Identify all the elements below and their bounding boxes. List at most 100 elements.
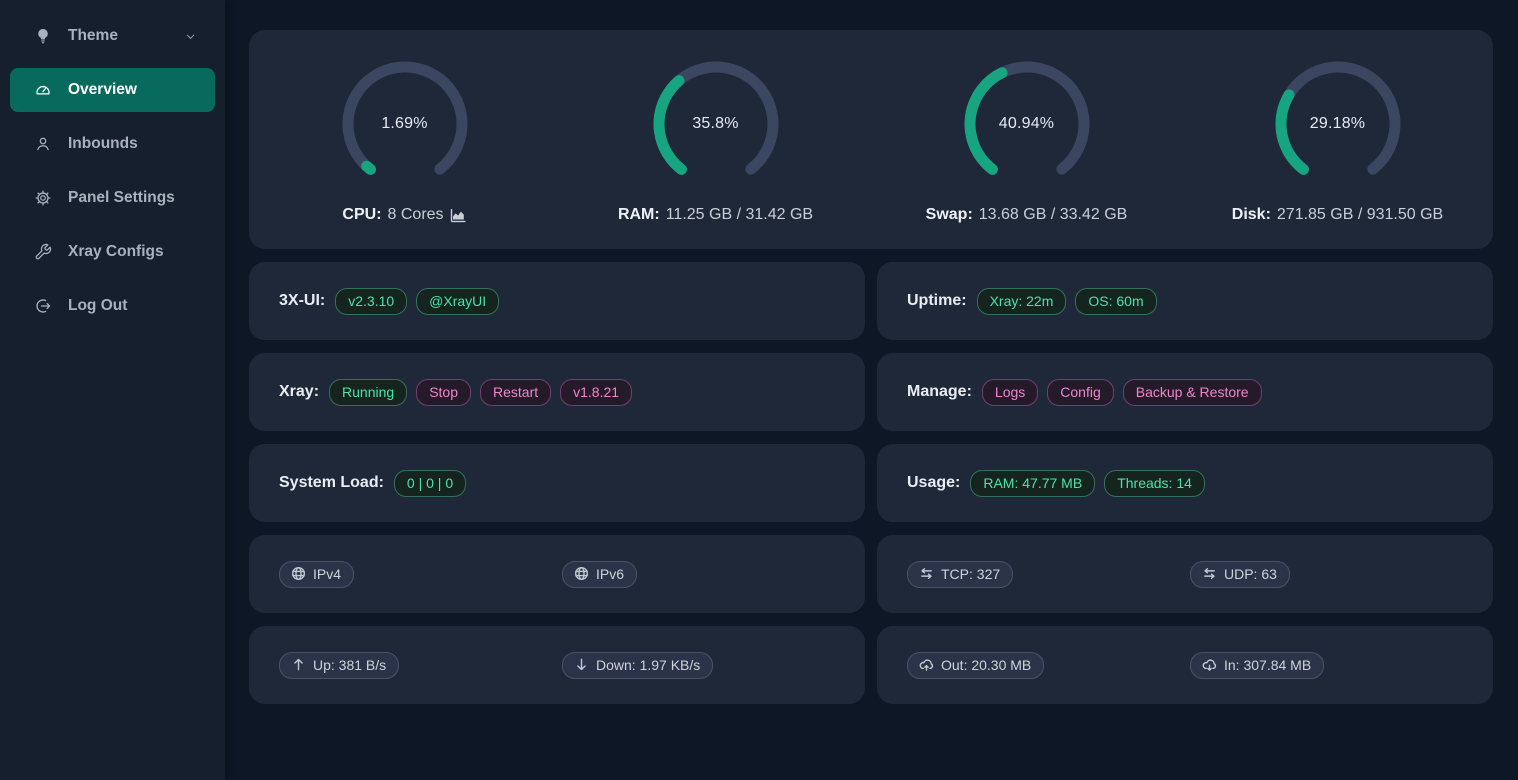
tag-group: Running Stop Restart v1.8.21 [329,379,632,406]
tag-backup-restore[interactable]: Backup & Restore [1123,379,1262,406]
wrench-icon [34,243,52,261]
tag-v1-8-21[interactable]: v1.8.21 [560,379,632,406]
pill-ipv4[interactable]: IPv4 [279,561,354,588]
tag-threads-14: Threads: 14 [1104,470,1205,497]
globe-icon [574,566,589,581]
gauge-caption-label: CPU: [342,206,381,224]
sidebar-item-label: Overview [68,81,137,99]
info-grid: 3X-UI: v2.3.10 @XrayUI Uptime: Xray: 22m OS: … [249,262,1493,704]
main-content: 1.69% CPU: 8 Cores 35.8% [225,0,1518,780]
tag-group: v2.3.10 @XrayUI [335,288,499,315]
pill-label: UDP: 63 [1224,566,1277,582]
card-label: System Load: [279,474,384,492]
tag-restart[interactable]: Restart [480,379,551,406]
pill-in: In: 307.84 MB [1190,652,1324,679]
pill-label: In: 307.84 MB [1224,657,1311,673]
sidebar-item-log-out[interactable]: Log Out [10,284,215,328]
cloud-upload-icon [919,657,934,672]
sidebar-item-label: Log Out [68,297,127,315]
chevron-down-icon [184,30,197,43]
tag-config[interactable]: Config [1047,379,1113,406]
gauge-percent: 35.8% [650,58,782,190]
tag-0-0-0: 0 | 0 | 0 [394,470,466,497]
card-label: 3X-UI: [279,292,325,310]
sidebar: Theme Overview Inbounds Panel Settings [0,0,225,780]
info-card-out-in: Out: 20.30 MB In: 307.84 MB [877,626,1493,704]
info-card-usage: Usage: RAM: 47.77 MB Threads: 14 [877,444,1493,522]
tag-xray-22m: Xray: 22m [977,288,1067,315]
pill-label: Down: 1.97 KB/s [596,657,700,673]
gear-icon [34,189,52,207]
arrow-up-icon [291,657,306,672]
gauge-caption-detail: 8 Cores [388,206,444,224]
pill-label: Up: 381 B/s [313,657,386,673]
info-card-up-down: Up: 381 B/s Down: 1.97 KB/s [249,626,865,704]
globe-icon [291,566,306,581]
card-label: Usage: [907,474,960,492]
sidebar-item-inbounds[interactable]: Inbounds [10,122,215,166]
gauge-caption-detail: 11.25 GB / 31.42 GB [666,206,813,224]
user-icon [34,135,52,153]
tag-running: Running [329,379,407,406]
sidebar-item-label: Inbounds [68,135,138,153]
pill-label: IPv4 [313,566,341,582]
gauge-caption-label: RAM: [618,206,660,224]
tag-v2-3-10[interactable]: v2.3.10 [335,288,407,315]
pill-up: Up: 381 B/s [279,652,399,679]
swap-icon [919,566,934,581]
sidebar-item-xray-configs[interactable]: Xray Configs [10,230,215,274]
info-card-xray: Xray: Running Stop Restart v1.8.21 [249,353,865,431]
system-gauges-card: 1.69% CPU: 8 Cores 35.8% [249,30,1493,249]
card-label: Manage: [907,383,972,401]
gauge-swap: 40.94% Swap: 13.68 GB / 33.42 GB [871,58,1182,224]
gauge-caption-label: Swap: [926,206,973,224]
swap-icon [1202,566,1217,581]
info-card-uptime: Uptime: Xray: 22m OS: 60m [877,262,1493,340]
pill-label: Out: 20.30 MB [941,657,1031,673]
info-card-tcp-udp: TCP: 327 UDP: 63 [877,535,1493,613]
sidebar-item-panel-settings[interactable]: Panel Settings [10,176,215,220]
pill-label: IPv6 [596,566,624,582]
gauge-caption-detail: 13.68 GB / 33.42 GB [979,206,1128,224]
dashboard-icon [34,81,52,99]
area-chart-icon[interactable] [450,208,467,223]
pill-udp: UDP: 63 [1190,561,1290,588]
sidebar-item-overview[interactable]: Overview [10,68,215,112]
tag-logs[interactable]: Logs [982,379,1038,406]
gauge-caption-detail: 271.85 GB / 931.50 GB [1277,206,1443,224]
tag-ram-47-77-mb: RAM: 47.77 MB [970,470,1095,497]
sidebar-item-theme[interactable]: Theme [10,14,215,58]
card-label: Uptime: [907,292,967,310]
pill-tcp: TCP: 327 [907,561,1013,588]
tag-group: RAM: 47.77 MB Threads: 14 [970,470,1205,497]
gauge-caption: RAM: 11.25 GB / 31.42 GB [618,206,813,224]
gauge-percent: 40.94% [961,58,1093,190]
info-card-3x-ui: 3X-UI: v2.3.10 @XrayUI [249,262,865,340]
pill-out: Out: 20.30 MB [907,652,1044,679]
pill-label: TCP: 327 [941,566,1000,582]
gauge-cpu: 1.69% CPU: 8 Cores [249,58,560,224]
pill-down: Down: 1.97 KB/s [562,652,713,679]
gauge-caption: CPU: 8 Cores [342,206,466,224]
cloud-download-icon [1202,657,1217,672]
gauge-percent: 29.18% [1272,58,1404,190]
gauge-caption: Disk: 271.85 GB / 931.50 GB [1232,206,1443,224]
sidebar-item-label: Panel Settings [68,189,175,207]
gauge-disk: 29.18% Disk: 271.85 GB / 931.50 GB [1182,58,1493,224]
tag-os-60m: OS: 60m [1075,288,1156,315]
tag-group: 0 | 0 | 0 [394,470,466,497]
arrow-down-icon [574,657,589,672]
pill-ipv6[interactable]: IPv6 [562,561,637,588]
tag-group: Xray: 22m OS: 60m [977,288,1157,315]
gauge-ram: 35.8% RAM: 11.25 GB / 31.42 GB [560,58,871,224]
tag-group: Logs Config Backup & Restore [982,379,1262,406]
logout-icon [34,297,52,315]
gauge-percent: 1.69% [339,58,471,190]
bulb-icon [34,27,52,45]
sidebar-item-label: Theme [68,27,118,45]
info-card-ipv4-ipv6: IPv4 IPv6 [249,535,865,613]
gauge-caption-label: Disk: [1232,206,1271,224]
card-label: Xray: [279,383,319,401]
tag-xrayui[interactable]: @XrayUI [416,288,499,315]
tag-stop[interactable]: Stop [416,379,471,406]
